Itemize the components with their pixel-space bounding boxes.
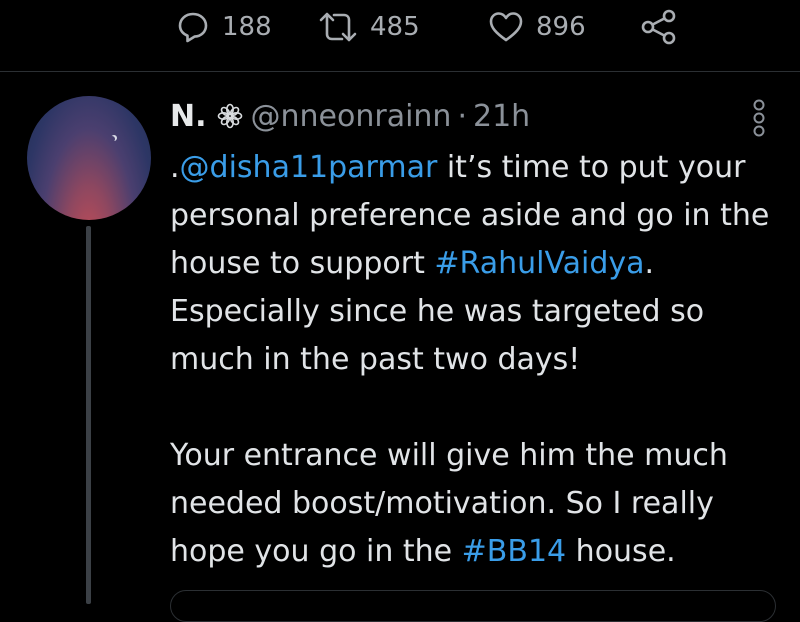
tweet[interactable]: N. @nneonrainn · 21h .@disha11parmar it’… bbox=[170, 88, 780, 576]
more-options-icon[interactable] bbox=[752, 98, 766, 138]
hashtag-link[interactable]: #RahulVaidya bbox=[434, 246, 644, 281]
share-icon bbox=[641, 9, 676, 45]
heart-icon bbox=[489, 12, 523, 42]
retweet-button[interactable]: 485 bbox=[318, 8, 420, 46]
like-button[interactable]: 896 bbox=[488, 8, 586, 46]
text-prefix: . bbox=[170, 150, 180, 185]
tweet-text: .@disha11parmar it’s time to put your pe… bbox=[170, 144, 780, 576]
tweet-paragraph-1: .@disha11parmar it’s time to put your pe… bbox=[170, 144, 780, 384]
embedded-card[interactable] bbox=[170, 590, 776, 622]
separator: · bbox=[457, 98, 467, 134]
reply-icon bbox=[178, 12, 208, 43]
tweet-action-bar: 188 485 896 bbox=[0, 0, 800, 70]
timestamp[interactable]: 21h bbox=[473, 99, 530, 134]
reply-button[interactable]: 188 bbox=[176, 8, 272, 46]
author-name[interactable]: N. bbox=[170, 99, 207, 134]
share-button[interactable] bbox=[640, 8, 678, 46]
retweet-icon bbox=[319, 12, 357, 42]
reply-count: 188 bbox=[222, 12, 272, 42]
hashtag-link[interactable]: #BB14 bbox=[462, 534, 566, 569]
tweet-paragraph-2: Your entrance will give him the much nee… bbox=[170, 432, 780, 576]
divider bbox=[0, 71, 800, 72]
retweet-count: 485 bbox=[370, 12, 420, 42]
moon-icon bbox=[109, 136, 115, 142]
tweet-header: N. @nneonrainn · 21h bbox=[170, 88, 780, 144]
mention-link[interactable]: @disha11parmar bbox=[180, 150, 438, 185]
flower-icon bbox=[217, 103, 242, 129]
author-handle[interactable]: @nneonrainn bbox=[251, 99, 452, 134]
avatar[interactable] bbox=[27, 96, 151, 220]
text-segment: house. bbox=[566, 534, 676, 569]
thread-line bbox=[86, 226, 91, 604]
like-count: 896 bbox=[536, 12, 586, 42]
